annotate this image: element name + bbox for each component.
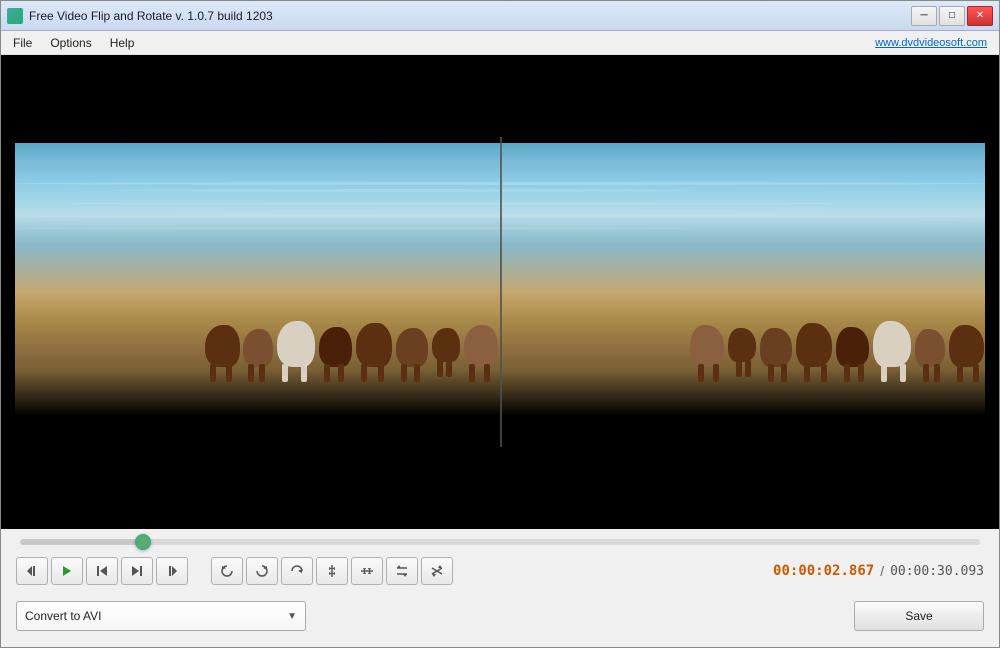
menu-options[interactable]: Options: [42, 34, 99, 52]
next-frame-icon: [165, 564, 179, 578]
horses-right: [500, 277, 985, 367]
menu-items: File Options Help: [5, 34, 142, 52]
horse-r3: [873, 321, 911, 367]
rotate-ccw-button[interactable]: [211, 557, 243, 585]
rotate-180-icon: [290, 564, 304, 578]
save-button[interactable]: Save: [854, 601, 984, 631]
play-icon: [60, 564, 74, 578]
step-back-button[interactable]: [86, 557, 118, 585]
step-forward-button[interactable]: [121, 557, 153, 585]
flip-h-icon: [360, 564, 374, 578]
menu-help[interactable]: Help: [102, 34, 143, 52]
horse-1: [205, 325, 240, 367]
transform-controls: [211, 557, 453, 585]
app-icon: [7, 8, 23, 24]
horse-r6: [760, 328, 792, 367]
center-divider: [500, 137, 502, 447]
format-select[interactable]: Convert to AVI ▼: [16, 601, 306, 631]
horses-left: [15, 277, 500, 367]
horse-3: [277, 321, 315, 367]
horse-4: [319, 327, 352, 367]
crop-button[interactable]: [386, 557, 418, 585]
horse-r5: [796, 323, 832, 367]
minimize-button[interactable]: ─: [911, 6, 937, 26]
website-link[interactable]: www.dvdvideosoft.com: [875, 37, 995, 49]
flip-h-button[interactable]: [351, 557, 383, 585]
title-bar: Free Video Flip and Rotate v. 1.0.7 buil…: [1, 1, 999, 31]
video-scene: [15, 137, 985, 447]
crop-icon: [395, 564, 409, 578]
controls-area: 00:00:02.867 / 00:00:30.093 Convert to A…: [1, 529, 999, 647]
rotate-cw-button[interactable]: [246, 557, 278, 585]
time-separator: /: [880, 563, 884, 579]
flip-v-icon: [325, 564, 339, 578]
step-forward-icon: [130, 564, 144, 578]
playback-row: 00:00:02.867 / 00:00:30.093: [16, 557, 984, 585]
horse-5: [356, 323, 392, 367]
settings-transform-icon: [430, 564, 444, 578]
format-select-arrow: ▼: [287, 611, 297, 622]
playback-controls: [16, 557, 453, 585]
horse-r7: [728, 328, 756, 362]
rotate-cw-icon: [255, 564, 269, 578]
video-area: [1, 55, 999, 529]
rotate-180-button[interactable]: [281, 557, 313, 585]
app-window: Free Video Flip and Rotate v. 1.0.7 buil…: [0, 0, 1000, 648]
horse-r4: [836, 327, 869, 367]
wave-2: [112, 189, 694, 192]
horse-r2: [915, 329, 945, 367]
window-controls: ─ □ ✕: [911, 6, 993, 26]
horse-r8: [690, 325, 724, 367]
settings-transform-button[interactable]: [421, 557, 453, 585]
horse-6: [396, 328, 428, 367]
window-title: Free Video Flip and Rotate v. 1.0.7 buil…: [29, 9, 273, 23]
step-back-icon: [95, 564, 109, 578]
save-label: Save: [905, 609, 932, 623]
maximize-button[interactable]: □: [939, 6, 965, 26]
time-display: 00:00:02.867 / 00:00:30.093: [773, 563, 984, 579]
close-button[interactable]: ✕: [967, 6, 993, 26]
horse-8: [464, 325, 498, 367]
seek-bar[interactable]: [20, 539, 980, 545]
title-bar-left: Free Video Flip and Rotate v. 1.0.7 buil…: [7, 8, 273, 24]
seek-thumb[interactable]: [135, 534, 151, 550]
wave-5: [15, 227, 694, 230]
wave-3: [64, 202, 840, 205]
horse-2: [243, 329, 273, 367]
horse-7: [432, 328, 460, 362]
prev-frame-button[interactable]: [16, 557, 48, 585]
horse-r1: [949, 325, 984, 367]
menu-bar: File Options Help www.dvdvideosoft.com: [1, 31, 999, 55]
time-total: 00:00:30.093: [890, 564, 984, 579]
time-current: 00:00:02.867: [773, 563, 874, 579]
next-frame-button[interactable]: [156, 557, 188, 585]
format-select-text: Convert to AVI: [25, 609, 101, 623]
menu-file[interactable]: File: [5, 34, 40, 52]
video-frame: [1, 55, 999, 529]
bottom-bar: Convert to AVI ▼ Save: [16, 597, 984, 637]
flip-v-button[interactable]: [316, 557, 348, 585]
rotate-ccw-icon: [220, 564, 234, 578]
seek-bar-container: [16, 539, 984, 545]
prev-frame-icon: [25, 564, 39, 578]
play-button[interactable]: [51, 557, 83, 585]
